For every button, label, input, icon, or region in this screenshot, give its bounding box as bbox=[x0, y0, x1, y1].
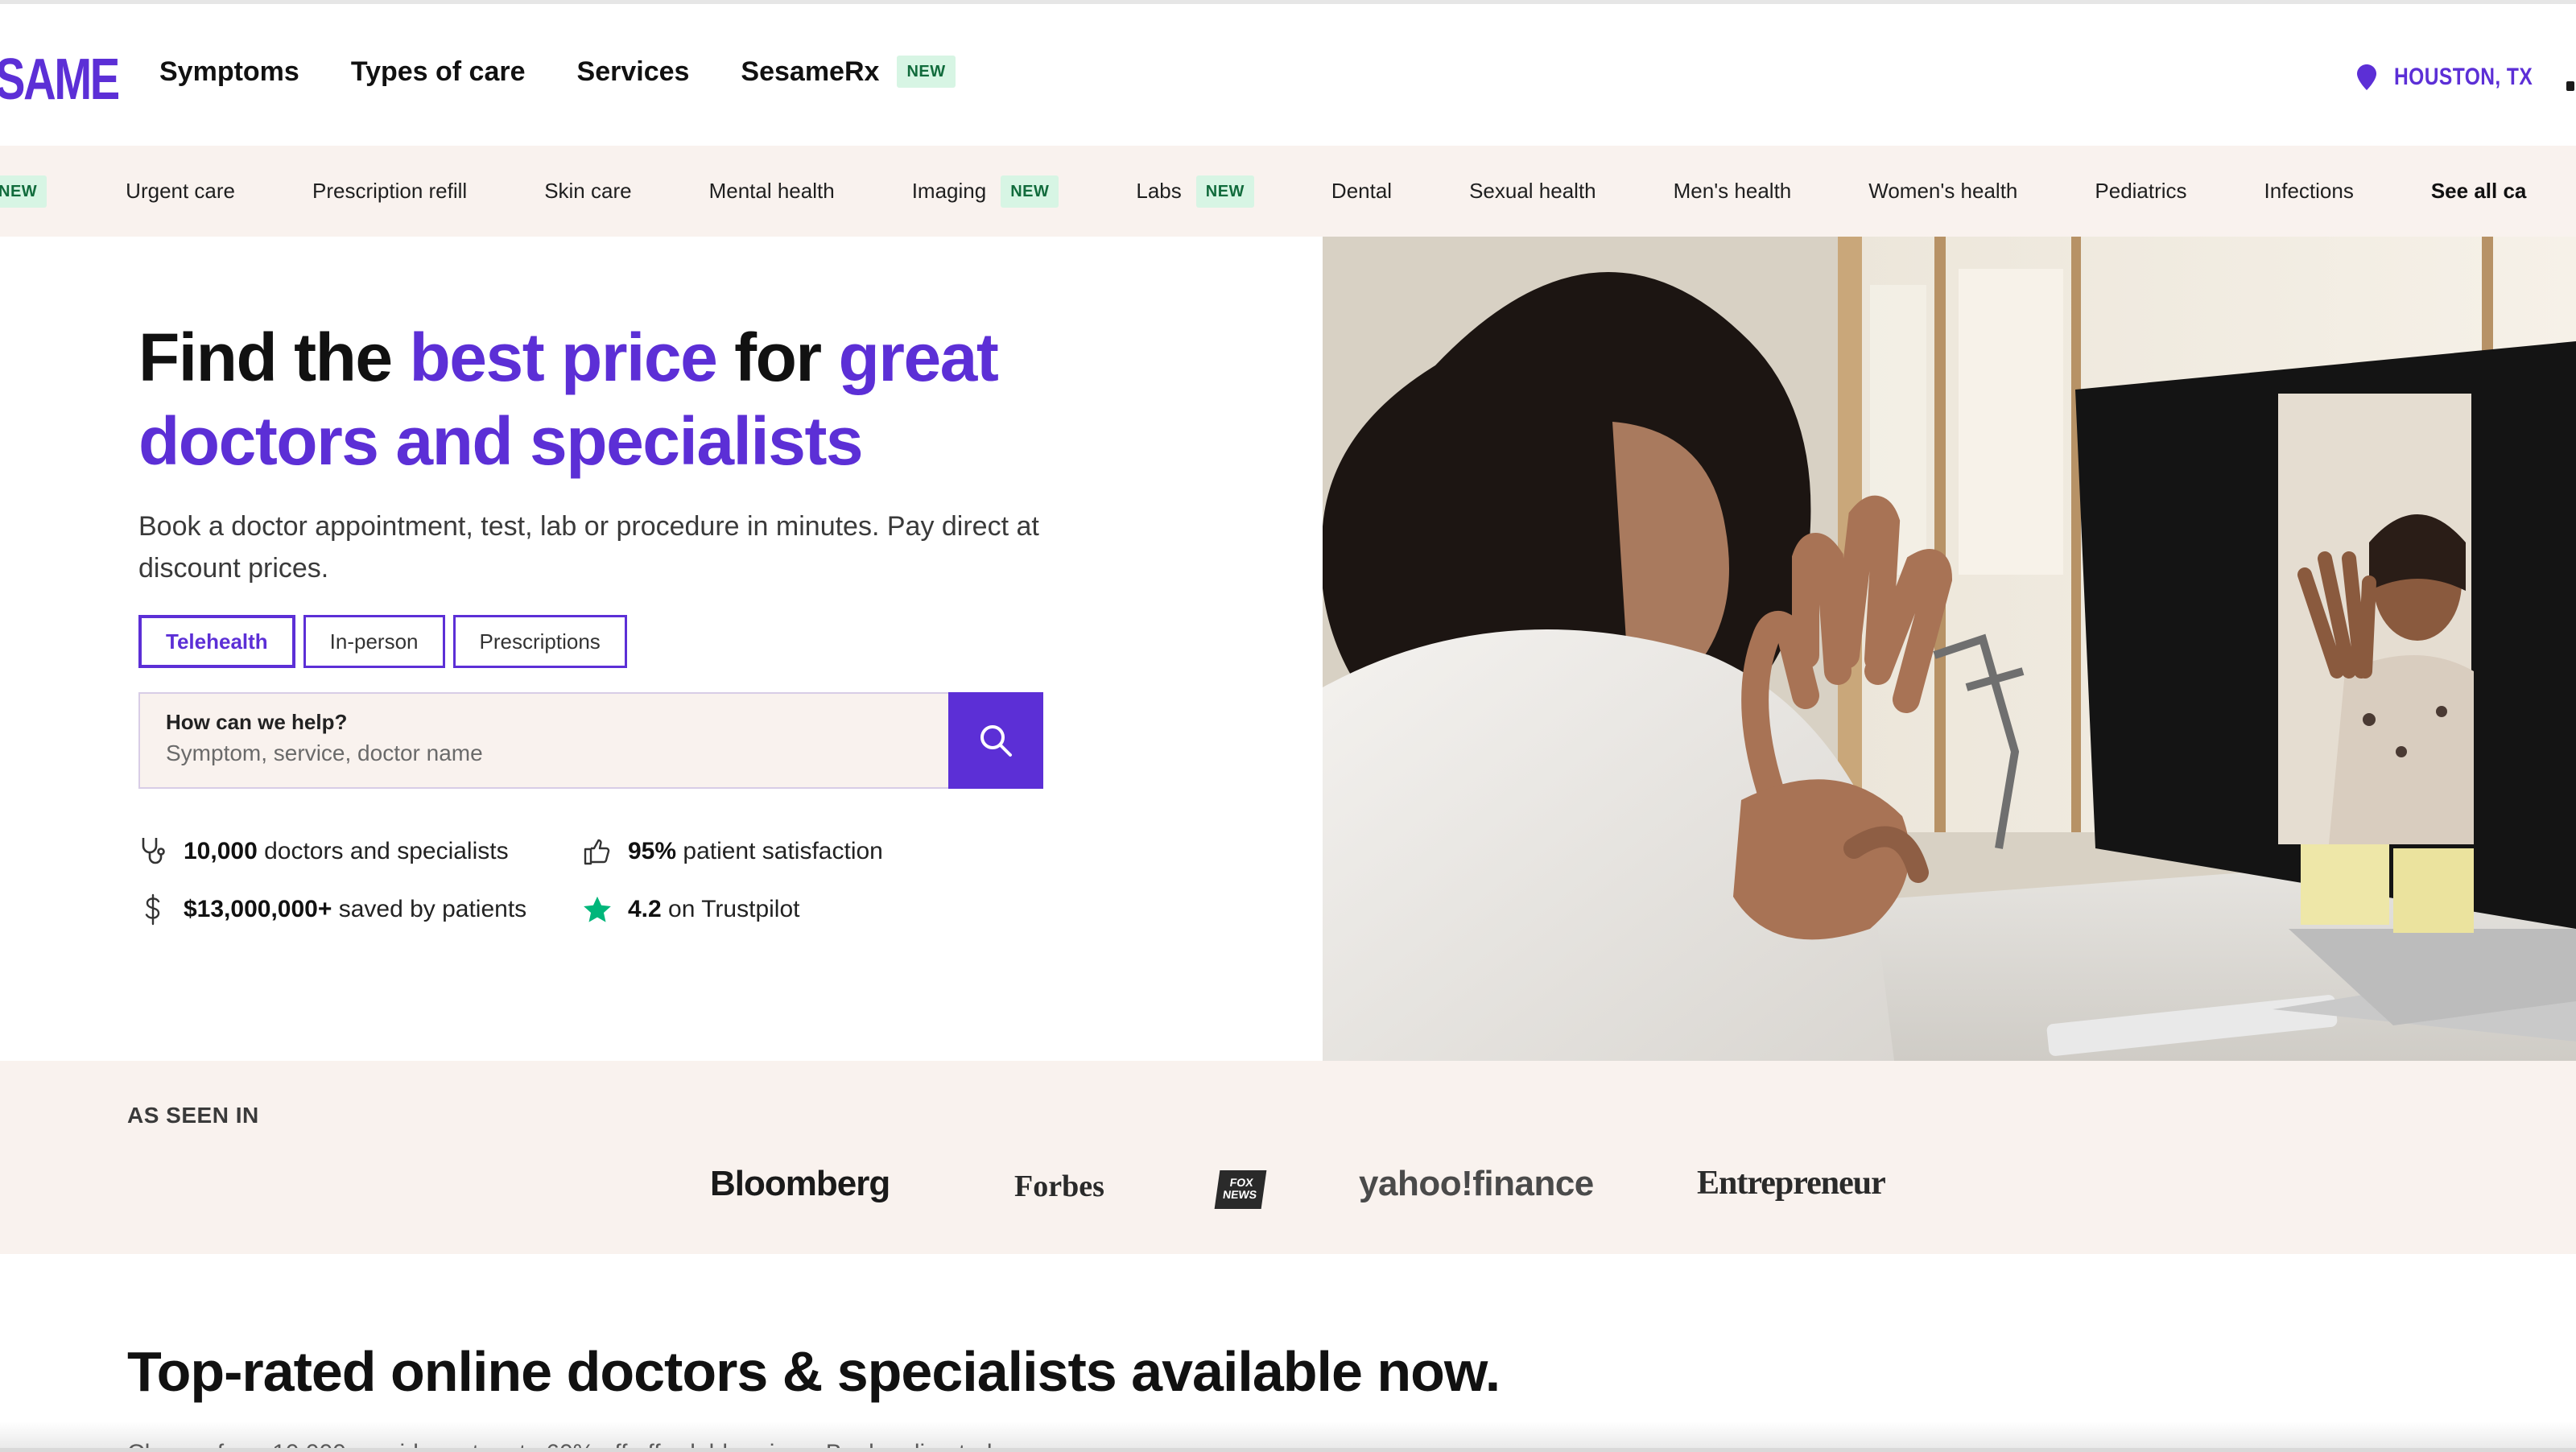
stat-text: 10,000 doctors and specialists bbox=[184, 838, 509, 865]
category-pediatrics[interactable]: Pediatrics bbox=[2095, 179, 2186, 204]
category-infections[interactable]: Infections bbox=[2264, 179, 2354, 204]
hero-title-part: Find the bbox=[138, 320, 410, 395]
see-all-categories-link[interactable]: See all ca bbox=[2431, 179, 2527, 204]
stat-value: 10,000 bbox=[184, 838, 258, 864]
sesame-logo[interactable]: SAME bbox=[0, 47, 120, 112]
stat-text: 95% patient satisfaction bbox=[628, 838, 883, 865]
bloomberg-logo: Bloomberg bbox=[710, 1164, 890, 1203]
search-bar: How can we help? bbox=[138, 692, 1043, 789]
stat-value: 4.2 bbox=[628, 896, 662, 922]
category-label: Labs bbox=[1136, 179, 1182, 203]
category-label: Imaging bbox=[911, 179, 987, 203]
category-imaging[interactable]: Imaging NEW bbox=[912, 175, 1059, 208]
category-label: Skin care bbox=[544, 179, 632, 203]
stat-satisfaction: 95% patient satisfaction bbox=[583, 835, 883, 868]
yahoo-finance-logo: yahoo!finance bbox=[1359, 1164, 1594, 1203]
see-all-label: See all ca bbox=[2430, 179, 2527, 203]
nav-types-of-care-label: Types of care bbox=[350, 56, 526, 87]
category-label: Pediatrics bbox=[2095, 179, 2187, 203]
nav-services[interactable]: Services bbox=[577, 56, 690, 88]
thumbs-up-icon bbox=[583, 835, 612, 868]
search-label: How can we help? bbox=[166, 710, 348, 734]
hero-title-highlight: best price bbox=[409, 320, 717, 395]
section-title: Top-rated online doctors & specialists a… bbox=[127, 1340, 1501, 1403]
new-badge: NEW bbox=[1001, 175, 1059, 208]
stat-value: $13,000,000+ bbox=[184, 896, 332, 922]
stat-value: 95% bbox=[628, 838, 677, 864]
category-prescription-refill[interactable]: Prescription refill bbox=[312, 179, 467, 204]
stat-text: 4.2 on Trustpilot bbox=[628, 896, 799, 923]
location-label: HOUSTON, TX bbox=[2394, 64, 2533, 90]
tab-telehealth[interactable]: Telehealth bbox=[138, 615, 295, 668]
nav-sesamerx-label: SesameRx bbox=[741, 56, 880, 87]
category-label: Prescription refill bbox=[312, 179, 468, 203]
category-label: Mental health bbox=[708, 179, 835, 203]
category-skin-care[interactable]: Skin care bbox=[544, 179, 631, 204]
entrepreneur-logo: Entrepreneur bbox=[1697, 1165, 1886, 1202]
search-field-container[interactable]: How can we help? bbox=[138, 692, 948, 789]
category-list: NEW Urgent care Prescription refill Skin… bbox=[0, 146, 2526, 237]
stat-caption: doctors and specialists bbox=[257, 838, 509, 864]
stethoscope-icon bbox=[138, 835, 167, 868]
map-pin-icon bbox=[2357, 64, 2376, 90]
account-icon[interactable] bbox=[2566, 81, 2574, 91]
tab-prescriptions[interactable]: Prescriptions bbox=[452, 615, 627, 668]
main-nav: Symptoms Types of care Services SesameRx… bbox=[159, 56, 956, 88]
care-type-tabs: Telehealth In-person Prescriptions bbox=[138, 615, 627, 668]
new-badge: NEW bbox=[1195, 175, 1254, 208]
new-badge: NEW bbox=[0, 175, 47, 208]
category-label: Infections bbox=[2264, 179, 2354, 203]
press-section: AS SEEN IN Bloomberg Forbes FOX NEWS yah… bbox=[0, 1061, 2576, 1254]
hero-photo bbox=[1323, 237, 2576, 1061]
site-header: SAME Symptoms Types of care Services Ses… bbox=[0, 4, 2576, 146]
stat-caption: on Trustpilot bbox=[661, 896, 800, 922]
search-input[interactable] bbox=[166, 740, 923, 766]
nav-sesamerx[interactable]: SesameRx NEW bbox=[741, 56, 956, 88]
forbes-logo: Forbes bbox=[1014, 1169, 1104, 1203]
stat-caption: patient satisfaction bbox=[676, 838, 883, 864]
hero-title-part: for bbox=[716, 320, 839, 395]
category-dental[interactable]: Dental bbox=[1331, 179, 1392, 204]
category-urgent-care[interactable]: Urgent care bbox=[126, 179, 235, 204]
category-womens-health[interactable]: Women's health bbox=[1868, 179, 2017, 204]
dollar-icon bbox=[138, 893, 167, 926]
category-label: Dental bbox=[1331, 179, 1393, 203]
category-label: Men's health bbox=[1673, 179, 1792, 203]
category-mens-health[interactable]: Men's health bbox=[1674, 179, 1792, 204]
category-label: Sexual health bbox=[1469, 179, 1596, 203]
location-selector[interactable]: HOUSTON, TX bbox=[2357, 64, 2563, 91]
nav-services-label: Services bbox=[576, 56, 690, 87]
stat-text: $13,000,000+ saved by patients bbox=[184, 896, 526, 923]
star-icon bbox=[583, 893, 612, 926]
hero-subtitle: Book a doctor appointment, test, lab or … bbox=[138, 511, 1039, 584]
new-badge: NEW bbox=[897, 56, 956, 88]
stat-trustpilot[interactable]: 4.2 on Trustpilot bbox=[583, 893, 799, 926]
stat-savings: $13,000,000+ saved by patients bbox=[138, 893, 526, 926]
hero-title: Find the best price for great doctors an… bbox=[138, 316, 1104, 483]
stat-doctors: 10,000 doctors and specialists bbox=[138, 835, 509, 868]
category-mental-health[interactable]: Mental health bbox=[709, 179, 835, 204]
category-label: Urgent care bbox=[126, 179, 236, 203]
nav-symptoms-label: Symptoms bbox=[159, 56, 299, 87]
category-sexual-health[interactable]: Sexual health bbox=[1469, 179, 1596, 204]
category-label: Women's health bbox=[1868, 179, 2018, 203]
bottom-hairline bbox=[0, 1448, 2576, 1452]
fox-news-logo: FOX NEWS bbox=[1214, 1170, 1267, 1209]
search-button[interactable] bbox=[948, 692, 1043, 789]
stat-caption: saved by patients bbox=[332, 896, 527, 922]
tab-in-person[interactable]: In-person bbox=[303, 615, 445, 668]
nav-types-of-care[interactable]: Types of care bbox=[351, 56, 526, 88]
hero-section: Find the best price for great doctors an… bbox=[0, 237, 1323, 1061]
nav-symptoms[interactable]: Symptoms bbox=[159, 56, 299, 88]
press-label: AS SEEN IN bbox=[127, 1103, 259, 1128]
telehealth-photo-illustration bbox=[1323, 237, 2576, 1061]
category-bar: NEW Urgent care Prescription refill Skin… bbox=[0, 146, 2576, 237]
category-labs[interactable]: Labs NEW bbox=[1136, 175, 1254, 208]
search-icon bbox=[980, 725, 1012, 757]
